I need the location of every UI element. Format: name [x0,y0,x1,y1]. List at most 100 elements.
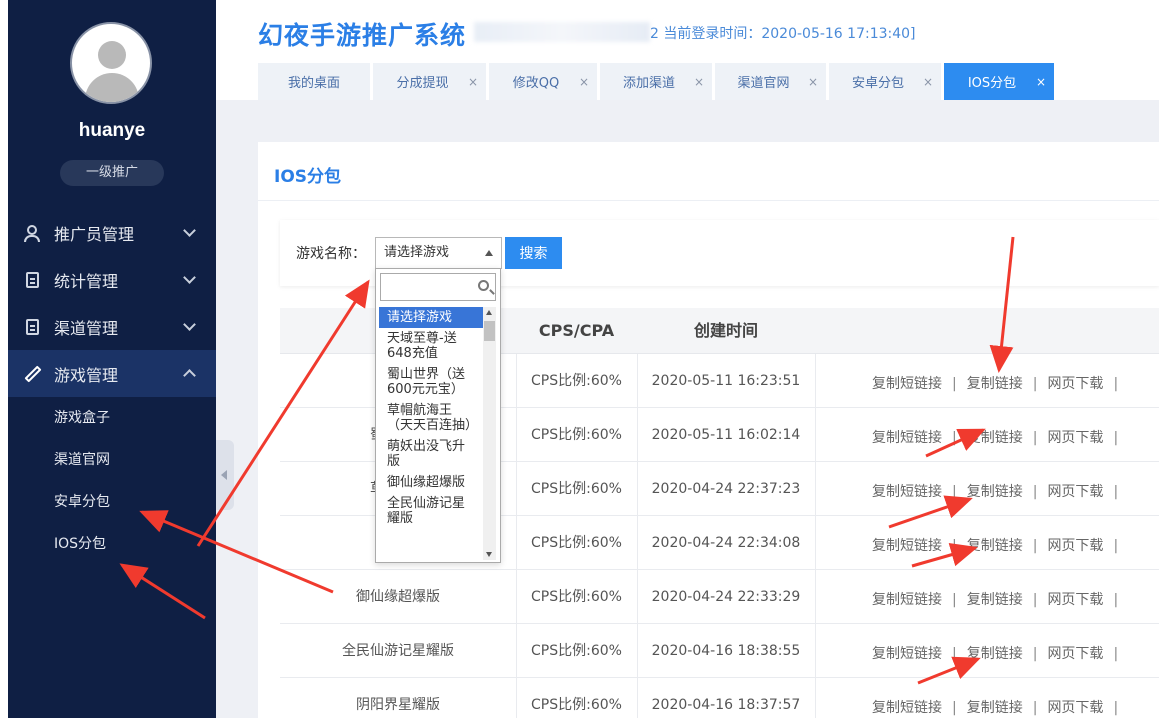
web-download-button[interactable]: 网页下载 [1047,646,1103,662]
tab-label: 渠道官网 [737,76,790,91]
submenu-ios-package[interactable]: IOS分包 [8,523,216,565]
action-separator: | [1032,646,1038,662]
game-name-cell: 阴阳界星耀版 [356,697,440,713]
column-divider [815,678,816,718]
web-download-button[interactable]: 网页下载 [1047,592,1103,608]
action-separator: | [952,484,957,500]
copy-link-button[interactable]: 复制链接 [967,430,1023,446]
sidebar-item-channel[interactable]: 渠道管理 [8,303,216,350]
close-icon[interactable]: × [808,75,818,89]
copy-link-button[interactable]: 复制链接 [967,700,1023,716]
row-actions: 复制短链接 | 复制链接 | 网页下载 | [872,643,1128,663]
column-divider [815,624,816,678]
tab-desktop[interactable]: 我的桌面 [258,63,370,100]
tab-edit-qq[interactable]: 修改QQ × [489,63,597,100]
action-separator: | [1113,700,1119,716]
tab-add-channel[interactable]: 添加渠道 × [600,63,712,100]
copy-short-link-button[interactable]: 复制短链接 [872,700,942,716]
copy-link-button[interactable]: 复制链接 [967,376,1023,392]
web-download-button[interactable]: 网页下载 [1047,376,1103,392]
created-time-cell: 2020-04-24 22:34:08 [651,535,801,551]
submenu-channel-site[interactable]: 渠道官网 [8,439,216,481]
copy-short-link-button[interactable]: 复制短链接 [872,538,942,554]
login-info: 2 当前登录时间：2020-05-16 17:13:40] [650,26,916,42]
sidebar-item-label: 渠道管理 [54,318,119,338]
close-icon[interactable]: × [1036,75,1046,89]
game-select[interactable]: 请选择游戏 [375,237,502,269]
dropdown-option[interactable]: 御仙缘超爆版 [379,472,484,493]
games-submenu: 游戏盒子 渠道官网 安卓分包 IOS分包 [8,397,216,565]
copy-short-link-button[interactable]: 复制短链接 [872,646,942,662]
tab-label: 我的桌面 [287,76,340,91]
submenu-game-box[interactable]: 游戏盒子 [8,397,216,439]
action-separator: | [1032,538,1038,554]
list-icon [24,271,42,289]
dropdown-option[interactable]: 天域至尊-送648充值 [379,328,484,364]
web-download-button[interactable]: 网页下载 [1047,538,1103,554]
copy-short-link-button[interactable]: 复制短链接 [872,592,942,608]
dropdown-option[interactable]: 萌妖出没飞升版 [379,436,484,472]
dropdown-option[interactable]: 全民仙游记星耀版 [379,493,484,529]
username: huanye [78,120,146,141]
row-actions: 复制短链接 | 复制链接 | 网页下载 | [872,697,1128,717]
action-separator: | [952,430,957,446]
copy-link-button[interactable]: 复制链接 [967,592,1023,608]
web-download-button[interactable]: 网页下载 [1047,700,1103,716]
close-icon[interactable]: × [579,75,589,89]
document-icon [24,318,42,336]
close-icon[interactable]: × [923,75,933,89]
submenu-android-package[interactable]: 安卓分包 [8,481,216,523]
column-header-cps: CPS/CPA [538,321,615,340]
tab-label: 修改QQ [512,76,560,91]
dropdown-option[interactable]: 草帽航海王（天天百连抽） [379,400,484,436]
game-select-dropdown: 请选择游戏 天域至尊-送648充值 蜀山世界（送600元元宝） 草帽航海王（天天百连抽… [375,268,501,563]
copy-short-link-button[interactable]: 复制短链接 [872,430,942,446]
sidebar-item-games[interactable]: 游戏管理 [8,350,216,397]
role-badge: 一级推广 [60,160,164,186]
cps-ratio-cell: CPS比例:60% [531,481,622,497]
chevron-down-icon [183,318,196,331]
tab-android-package[interactable]: 安卓分包 × [829,63,941,100]
web-download-button[interactable]: 网页下载 [1047,484,1103,500]
avatar-body [85,73,139,102]
action-separator: | [1113,538,1119,554]
tab-ios-package[interactable]: IOS分包 × [944,63,1054,100]
cps-ratio-cell: CPS比例:60% [531,643,622,659]
dropdown-option[interactable]: 请选择游戏 [379,307,484,328]
copy-short-link-button[interactable]: 复制短链接 [872,376,942,392]
copy-short-link-button[interactable]: 复制短链接 [872,484,942,500]
web-download-button[interactable]: 网页下载 [1047,430,1103,446]
chevron-up-icon [485,250,493,256]
close-icon[interactable]: × [694,75,704,89]
copy-link-button[interactable]: 复制链接 [967,484,1023,500]
search-button[interactable]: 搜索 [505,237,562,269]
dropdown-scrollbar[interactable] [483,307,496,560]
pencil-icon [24,365,42,383]
sidebar-collapse-handle[interactable] [216,440,234,510]
row-actions: 复制短链接 | 复制链接 | 网页下载 | [872,535,1128,555]
tab-withdraw[interactable]: 分成提现 × [373,63,486,100]
column-header-created: 创建时间 [693,321,758,340]
action-separator: | [952,592,957,608]
sidebar-item-promoter[interactable]: 推广员管理 [8,209,216,256]
tab-channel-site[interactable]: 渠道官网 × [715,63,826,100]
action-separator: | [1032,484,1038,500]
column-divider [815,516,816,570]
table-row: 御仙缘超爆版 CPS比例:60% 2020-04-24 22:33:29 复制短链接 |… [280,570,1159,624]
close-icon[interactable]: × [468,75,478,89]
cps-ratio-cell: CPS比例:60% [531,697,622,713]
divider [258,200,1159,201]
action-separator: | [1032,376,1038,392]
chevron-up-icon [183,369,196,382]
dropdown-option[interactable]: 蜀山世界（送600元元宝） [379,364,484,400]
action-separator: | [1113,592,1119,608]
game-name-label: 游戏名称： [296,246,366,262]
row-actions: 复制短链接 | 复制链接 | 网页下载 | [872,589,1128,609]
scroll-thumb[interactable] [484,321,495,341]
dropdown-search-input[interactable] [380,273,496,301]
copy-link-button[interactable]: 复制链接 [967,538,1023,554]
sidebar-item-stats[interactable]: 统计管理 [8,256,216,303]
copy-link-button[interactable]: 复制链接 [967,646,1023,662]
sidebar-item-label: 游戏管理 [54,365,119,385]
sidebar-item-label: 统计管理 [54,271,119,291]
